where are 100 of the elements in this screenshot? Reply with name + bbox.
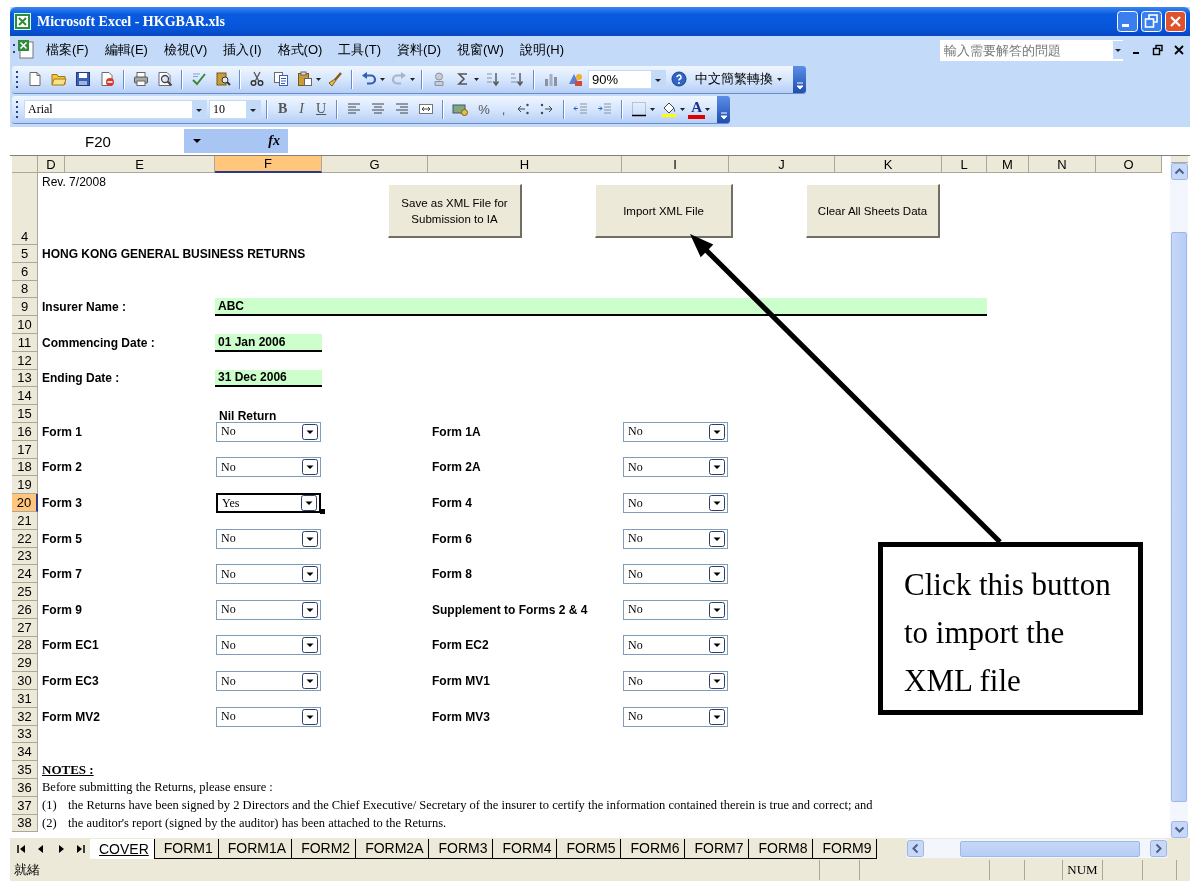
fill-handle[interactable]	[320, 508, 325, 514]
row-header[interactable]: 25	[12, 583, 38, 601]
italic-button[interactable]: I	[294, 101, 309, 117]
menu-item[interactable]: 視窗(W)	[449, 39, 512, 61]
nil-return-dropdown[interactable]: No	[623, 599, 728, 620]
bold-button[interactable]: B	[273, 101, 293, 117]
menu-item[interactable]: 插入(I)	[215, 39, 270, 61]
nil-return-dropdown[interactable]: No	[216, 421, 321, 442]
nil-return-dropdown[interactable]: No	[623, 564, 728, 585]
sheet-tab[interactable]: FORM2A	[356, 838, 430, 859]
menu-item[interactable]: 資料(D)	[388, 39, 449, 61]
caret-icon[interactable]	[719, 109, 728, 120]
nil-return-dropdown[interactable]: No	[623, 671, 728, 692]
nil-return-dropdown[interactable]: No	[623, 706, 728, 727]
scrollbar-thumb[interactable]	[960, 840, 1140, 857]
sheet-button[interactable]: Clear All Sheets Data	[806, 184, 940, 238]
menu-item[interactable]: 編輯(E)	[96, 39, 156, 61]
row-header[interactable]: 10	[12, 316, 38, 334]
sheet-tab[interactable]: FORM6	[621, 838, 686, 859]
nil-return-dropdown[interactable]: No	[216, 564, 321, 585]
column-header[interactable]: F	[215, 156, 322, 173]
column-header[interactable]: L	[942, 156, 987, 173]
nil-return-dropdown[interactable]: No	[216, 671, 321, 692]
grip-handle-icon[interactable]	[15, 70, 19, 88]
sheet-tab[interactable]: FORM2	[292, 838, 357, 859]
row-header[interactable]: 34	[12, 743, 38, 762]
sheet-button[interactable]: Import XML File	[595, 184, 733, 238]
column-header[interactable]: E	[65, 156, 215, 173]
nil-return-dropdown[interactable]: No	[623, 635, 728, 656]
column-header[interactable]: G	[322, 156, 428, 173]
nil-return-dropdown[interactable]: Yes	[216, 493, 321, 514]
percent-button[interactable]: %	[473, 101, 495, 117]
note-text: the auditor's report (signed by the auditor) has been attached to the Returns.	[67, 814, 448, 832]
nil-return-dropdown[interactable]: No	[216, 706, 321, 727]
row-header[interactable]: 4	[12, 173, 38, 245]
close-icon[interactable]	[1172, 43, 1186, 57]
menu-item[interactable]: 格式(O)	[269, 39, 331, 61]
nil-return-dropdown[interactable]: No	[623, 493, 728, 514]
scroll-down-icon[interactable]	[1170, 821, 1188, 838]
row-header[interactable]: 15	[12, 405, 38, 423]
toolbar-options-button[interactable]	[793, 65, 806, 93]
sheet-tab[interactable]: FORM4	[493, 838, 558, 859]
menu-item[interactable]: 工具(T)	[330, 39, 389, 61]
vertical-scrollbar[interactable]	[1170, 156, 1188, 838]
sheet-tab[interactable]: FORM7	[685, 838, 750, 859]
sheet-tab[interactable]: FORM9	[813, 838, 878, 859]
scroll-left-icon[interactable]	[907, 840, 924, 857]
row-header[interactable]: 35	[12, 761, 38, 779]
row-header[interactable]: 5	[12, 245, 38, 263]
nil-return-dropdown[interactable]: No	[623, 421, 728, 442]
sheet-tab[interactable]: COVER	[90, 838, 155, 859]
row-header[interactable]: 20	[12, 494, 38, 512]
column-header[interactable]: H	[428, 156, 622, 173]
column-header[interactable]: N	[1029, 156, 1096, 173]
nil-return-dropdown[interactable]: No	[216, 457, 321, 478]
sheet-tab[interactable]: FORM3	[429, 838, 494, 859]
comma-button[interactable]: ,	[496, 101, 511, 117]
grip-handle-icon[interactable]	[15, 100, 19, 118]
column-header[interactable]: J	[729, 156, 835, 173]
column-header[interactable]: I	[622, 156, 729, 173]
row-header[interactable]: 24	[12, 565, 38, 584]
insert-function-button[interactable]: fx	[268, 133, 280, 149]
zoom-dropdown[interactable]: 90%	[588, 69, 666, 89]
scroll-right-icon[interactable]	[1150, 840, 1167, 857]
row-header[interactable]: 29	[12, 654, 38, 673]
caret-icon[interactable]	[1113, 41, 1123, 59]
nil-return-dropdown[interactable]: No	[623, 528, 728, 549]
horizontal-scrollbar[interactable]	[907, 839, 1167, 858]
font-dropdown[interactable]: Arial	[24, 99, 207, 119]
help-icon[interactable]	[668, 71, 690, 87]
row-header[interactable]: 9	[12, 298, 38, 317]
row-header[interactable]: 30	[12, 672, 38, 690]
sheet-tab[interactable]: FORM1A	[218, 838, 293, 859]
column-header[interactable]: K	[835, 156, 942, 173]
column-header[interactable]: M	[987, 156, 1029, 173]
scrollbar-thumb[interactable]	[1171, 232, 1187, 802]
menu-item[interactable]: 檔案(F)	[38, 39, 97, 61]
nil-return-dropdown[interactable]: No	[216, 635, 321, 656]
sheet-tab[interactable]: FORM5	[557, 838, 622, 859]
menu-item[interactable]: 檢視(V)	[155, 39, 216, 61]
scroll-up-icon[interactable]	[1170, 163, 1188, 180]
help-search-field[interactable]: 輸入需要解答的問題	[939, 38, 1124, 62]
underline-button[interactable]: U	[311, 101, 332, 117]
conversion-button[interactable]: 中文簡繁轉換	[692, 70, 787, 88]
dropdown-arrow-icon[interactable]	[192, 136, 202, 146]
restore-icon[interactable]	[1151, 43, 1165, 57]
caret-icon[interactable]	[795, 79, 804, 90]
column-header[interactable]: O	[1096, 156, 1162, 173]
toolbar-options-button[interactable]	[717, 95, 731, 123]
column-header[interactable]: D	[38, 156, 65, 173]
sheet-tab[interactable]: FORM1	[154, 838, 219, 859]
nil-return-dropdown[interactable]: No	[623, 457, 728, 478]
nil-return-dropdown[interactable]: No	[216, 528, 321, 549]
menu-item[interactable]: 說明(H)	[511, 39, 572, 61]
nil-return-dropdown[interactable]: No	[216, 599, 321, 620]
font-size-dropdown[interactable]: 10	[209, 99, 261, 119]
sheet-tab[interactable]: FORM8	[749, 838, 814, 859]
row-header[interactable]: 14	[12, 387, 38, 406]
row-header[interactable]: 19	[12, 476, 38, 495]
sheet-button[interactable]: Save as XML File for Submission to IA	[388, 184, 522, 238]
